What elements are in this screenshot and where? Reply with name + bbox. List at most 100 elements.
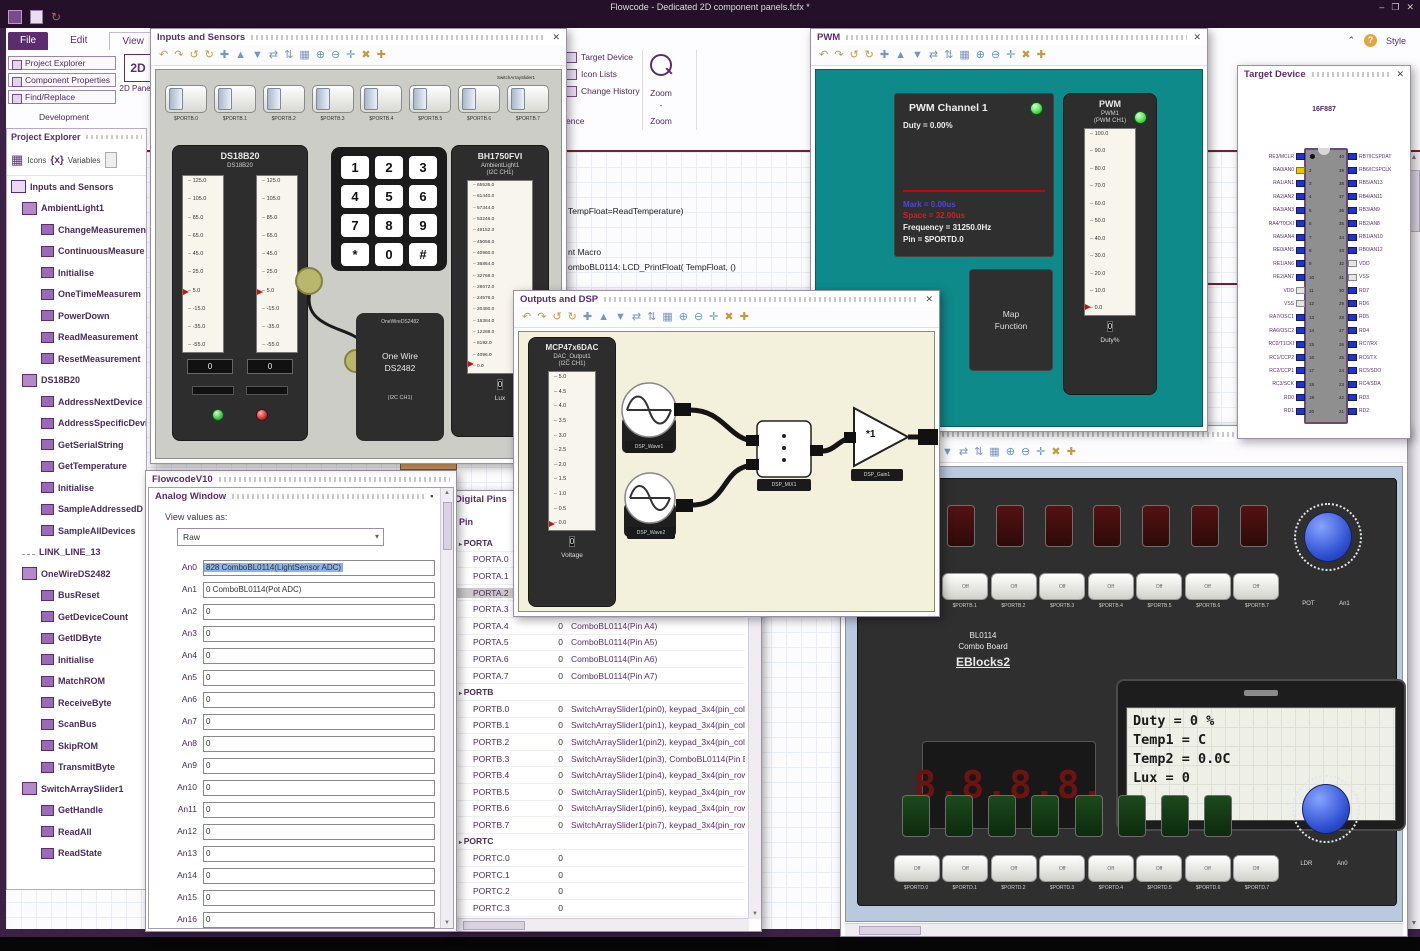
chip-pin[interactable]: 34 RB1/AN10 — [1335, 230, 1409, 243]
toolbar-icon[interactable]: ✛ — [1006, 49, 1015, 61]
ribbon-button[interactable]: Find/Replace — [8, 90, 117, 104]
ribbon-tab[interactable]: File — [8, 32, 49, 50]
toolbar-icon[interactable]: ⇅ — [974, 446, 983, 458]
toolbar-icon[interactable]: ▲ — [598, 311, 609, 323]
chip-pin[interactable]: RD0 19 — [1244, 391, 1318, 404]
chip-pin[interactable]: 33 RB0/AN12 — [1335, 244, 1409, 257]
toolbar-icon[interactable]: ↶ — [159, 49, 168, 61]
tree-item[interactable]: ScanBus — [7, 714, 146, 736]
chip-pin[interactable]: RA5/AN4 7 — [1244, 230, 1318, 243]
analog-value-field[interactable]: 0 ComboBL0114(Pot ADC) — [203, 582, 435, 598]
slide-switch[interactable] — [409, 85, 452, 113]
digital-pin-row[interactable]: PORTC.1 0 — [453, 867, 745, 884]
toolbar-icon[interactable]: ⊖ — [694, 311, 703, 323]
toolbar-icon[interactable]: ⊕ — [679, 311, 688, 323]
toolbar-icon[interactable]: ↺ — [552, 311, 561, 323]
variables-icon[interactable]: {x} — [50, 155, 63, 166]
chip-pin[interactable]: 32 VDD — [1335, 257, 1409, 270]
pot-knob[interactable] — [1294, 503, 1362, 571]
chip-pin[interactable]: 26 RC7/RX — [1335, 337, 1409, 350]
tree-item[interactable]: GetHandle — [7, 800, 146, 822]
tree-item[interactable]: MatchROM — [7, 671, 146, 693]
tree-item[interactable]: ResetMeasurement — [7, 348, 146, 370]
toolbar-icon[interactable]: ✚ — [740, 311, 749, 323]
chip-pin[interactable]: RA0/AN0 2 — [1244, 163, 1318, 176]
analog-value-field[interactable]: 0 — [203, 780, 435, 796]
board-push-button[interactable]: Off — [990, 573, 1037, 600]
digital-pin-row[interactable]: PORTB.3 0 SwitchArraySlider1(pin3), Comb… — [453, 751, 745, 768]
toolbar-icon[interactable]: ▦ — [959, 49, 969, 61]
tree-item[interactable]: ReceiveByte — [7, 692, 146, 714]
tree-item[interactable]: GetIDByte — [7, 628, 146, 650]
slide-switch[interactable] — [311, 85, 354, 113]
board-push-button[interactable]: Off — [1232, 855, 1279, 882]
chip-pin[interactable]: RA6/OSC2 14 — [1244, 324, 1318, 337]
zoom-out-button[interactable]: - — [646, 100, 676, 110]
toolbar-icon[interactable]: ✚ — [880, 49, 889, 61]
chip-pin[interactable]: 28 RD5 — [1335, 311, 1409, 324]
toolbar-icon[interactable]: ✛ — [346, 49, 355, 61]
tree-item[interactable]: AmbientLight1 — [7, 198, 146, 220]
chip-pin[interactable]: 38 RB5/AN13 — [1335, 177, 1409, 190]
keypad-key[interactable]: 2 — [375, 156, 403, 179]
board-push-button[interactable]: Off — [1184, 855, 1231, 882]
tree-item[interactable]: ReadState — [7, 843, 146, 865]
digital-pin-row[interactable]: PORTC.2 0 — [453, 883, 745, 901]
toolbar-icon[interactable]: ✚ — [1067, 446, 1076, 458]
digital-pin-row[interactable]: PORTB.7 0 SwitchArraySlider1(pin7), keyp… — [453, 817, 745, 834]
tree-item[interactable]: GetSerialString — [7, 434, 146, 456]
tree-item[interactable]: AddressSpecificDevi — [7, 413, 146, 435]
close-button[interactable]: ✕ — [1406, 2, 1414, 13]
close-icon[interactable]: ✕ — [1396, 69, 1404, 79]
analog-value-field[interactable]: 0 — [203, 626, 435, 642]
toolbar-icon[interactable]: ⇄ — [269, 49, 278, 61]
analog-value-field[interactable]: 0 — [203, 648, 435, 664]
toolbar-icon[interactable]: ✚ — [377, 49, 386, 61]
scrollbar-thumb[interactable] — [463, 921, 525, 930]
toolbar-icon[interactable]: ✚ — [583, 311, 592, 323]
chip-pin[interactable]: 24 RC5/SDO — [1335, 364, 1409, 377]
toolbar-icon[interactable]: ▦ — [299, 49, 309, 61]
toolbar-icon[interactable]: ↷ — [834, 49, 843, 61]
tree-item[interactable]: Initialise — [7, 649, 146, 671]
keypad-key[interactable]: 7 — [341, 214, 369, 237]
board-push-button[interactable]: Off — [1136, 855, 1183, 882]
slide-switch[interactable] — [213, 85, 256, 113]
tree-item[interactable]: ReadMeasurement — [7, 327, 146, 349]
chip-pin[interactable]: 21 RD2 — [1335, 404, 1409, 417]
digital-pin-row[interactable]: PORTA.4 0 ComboBL0114(Pin A4) — [453, 618, 745, 635]
toolbar-icon[interactable]: ✖ — [361, 49, 370, 61]
chip-pin[interactable]: RA2/AN2 4 — [1244, 190, 1318, 203]
analog-value-field[interactable]: 0 — [203, 912, 435, 928]
toolbar-icon[interactable]: ✖ — [1051, 446, 1060, 458]
chip-pin[interactable]: RA4/T0CKI 6 — [1244, 217, 1318, 230]
analog-vertical-scrollbar[interactable]: ▲ ▼ — [440, 488, 453, 928]
digital-pin-row[interactable]: PORTB.0 0 SwitchArraySlider1(pin0), keyp… — [453, 701, 745, 718]
digital-pin-row[interactable]: PORTC.3 0 — [453, 900, 745, 917]
keypad-key[interactable]: * — [341, 243, 369, 266]
toolbar-icon[interactable]: ⊖ — [331, 49, 340, 61]
tree-item[interactable]: SkipROM — [7, 735, 146, 757]
toolbar-icon[interactable]: ⊕ — [1006, 446, 1015, 458]
tree-item[interactable]: ContinuousMeasure — [7, 241, 146, 263]
panels-2d-button[interactable]: 2D — [124, 54, 152, 82]
toolbar-icon[interactable]: ⇄ — [959, 446, 968, 458]
clipped-toolbar-icon[interactable] — [104, 152, 117, 168]
pin-icon[interactable]: ▪ — [430, 491, 433, 501]
chip-pin[interactable]: 27 RD4 — [1335, 324, 1409, 337]
keypad-key[interactable]: 6 — [409, 185, 437, 208]
toolbar-icon[interactable]: ⊖ — [991, 49, 1000, 61]
chip-pin[interactable]: RC0/T1CKI 15 — [1244, 337, 1318, 350]
chip-pin[interactable]: 37 RB4/AN11 — [1335, 190, 1409, 203]
keypad-key[interactable]: 8 — [375, 214, 403, 237]
keypad-key[interactable]: 1 — [341, 156, 369, 179]
analog-value-field[interactable]: 0 — [203, 846, 435, 862]
toolbar-icon[interactable]: ⇄ — [632, 311, 641, 323]
toolbar-icon[interactable]: ▦ — [662, 311, 672, 323]
minimize-button[interactable]: – — [1379, 2, 1384, 13]
toolbar-icon[interactable]: ↶ — [522, 311, 531, 323]
toolbar-icon[interactable]: ⇅ — [284, 49, 293, 61]
scroll-down-arrow[interactable]: ▼ — [749, 911, 761, 917]
analog-value-field[interactable]: 0 — [203, 802, 435, 818]
close-icon[interactable]: ✕ — [1193, 32, 1201, 42]
